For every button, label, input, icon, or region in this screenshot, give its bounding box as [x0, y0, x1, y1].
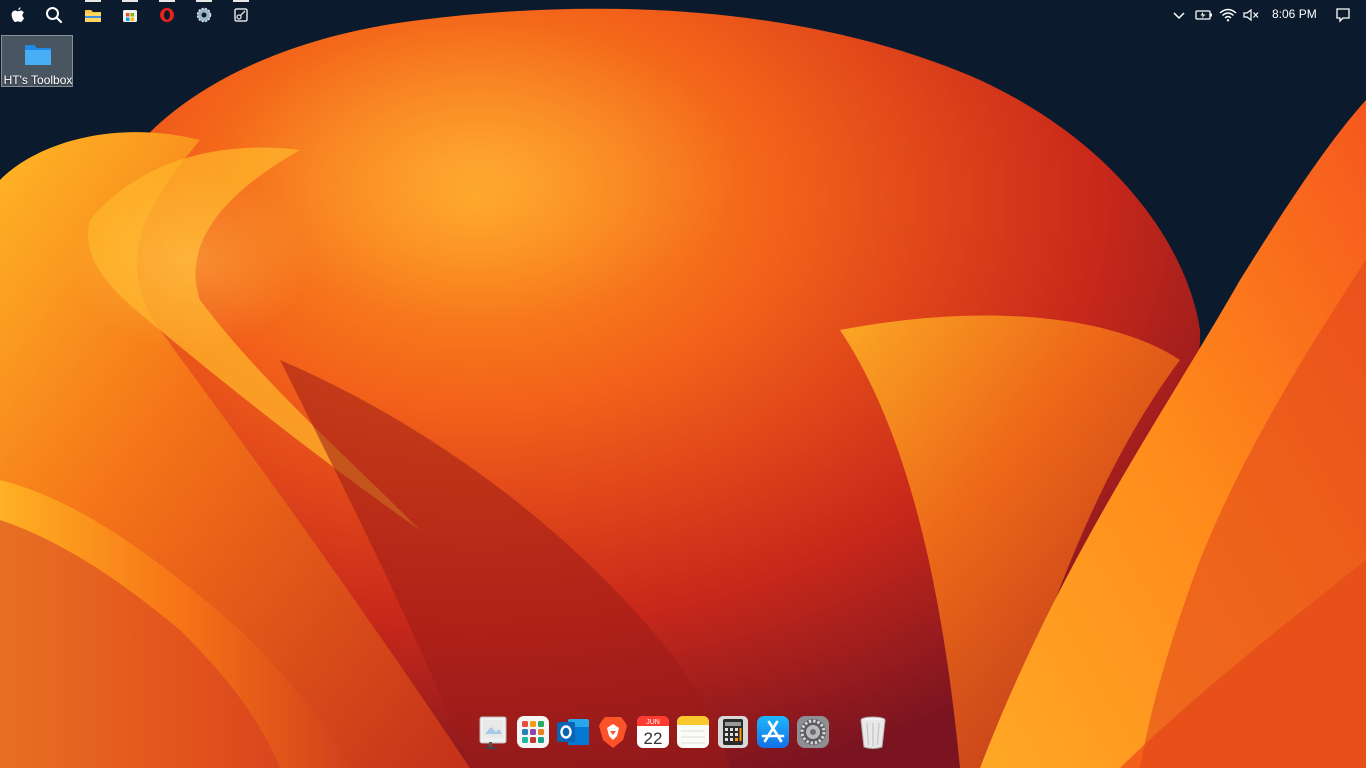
trash-icon[interactable] [855, 714, 891, 750]
running-indicator [159, 0, 175, 2]
app-store-icon[interactable] [755, 714, 791, 750]
clock[interactable]: 8:06 PM [1272, 7, 1317, 21]
calculator-icon[interactable] [715, 714, 751, 750]
folder-icon [23, 39, 53, 74]
brave-icon[interactable] [595, 714, 631, 750]
snipping-tool-icon[interactable] [230, 0, 252, 26]
calendar-month: JUN [646, 719, 660, 726]
running-indicator [196, 0, 212, 2]
apple-icon[interactable] [7, 4, 29, 26]
chevron-up-icon[interactable] [1168, 4, 1190, 26]
store-icon[interactable] [119, 0, 141, 26]
speaker-muted-icon[interactable] [1240, 4, 1262, 26]
opera-icon[interactable] [156, 0, 178, 26]
outlook-icon[interactable] [555, 714, 591, 750]
battery-icon[interactable] [1193, 4, 1215, 26]
wifi-icon[interactable] [1217, 4, 1239, 26]
notes-icon[interactable] [675, 714, 711, 750]
running-indicator [122, 0, 138, 2]
running-indicator [233, 0, 249, 2]
launchpad-icon[interactable] [515, 714, 551, 750]
preview-icon[interactable] [475, 714, 511, 750]
wallpaper-art [0, 0, 1366, 768]
notification-icon[interactable] [1332, 4, 1354, 26]
top-menu-bar: 8:06 PM [0, 0, 1366, 30]
desktop-folder-hts-toolbox[interactable]: HT's Toolbox [1, 35, 73, 87]
search-icon[interactable] [43, 4, 65, 26]
desktop-wallpaper [0, 0, 1366, 768]
desktop-icon-label: HT's Toolbox [3, 73, 73, 87]
system-preferences-icon[interactable] [795, 714, 831, 750]
file-explorer-icon[interactable] [82, 0, 104, 26]
settings-gear-icon[interactable] [193, 0, 215, 26]
running-indicator [85, 0, 101, 2]
calendar-icon[interactable]: JUN 22 [635, 714, 671, 750]
calendar-day: 22 [644, 729, 663, 748]
